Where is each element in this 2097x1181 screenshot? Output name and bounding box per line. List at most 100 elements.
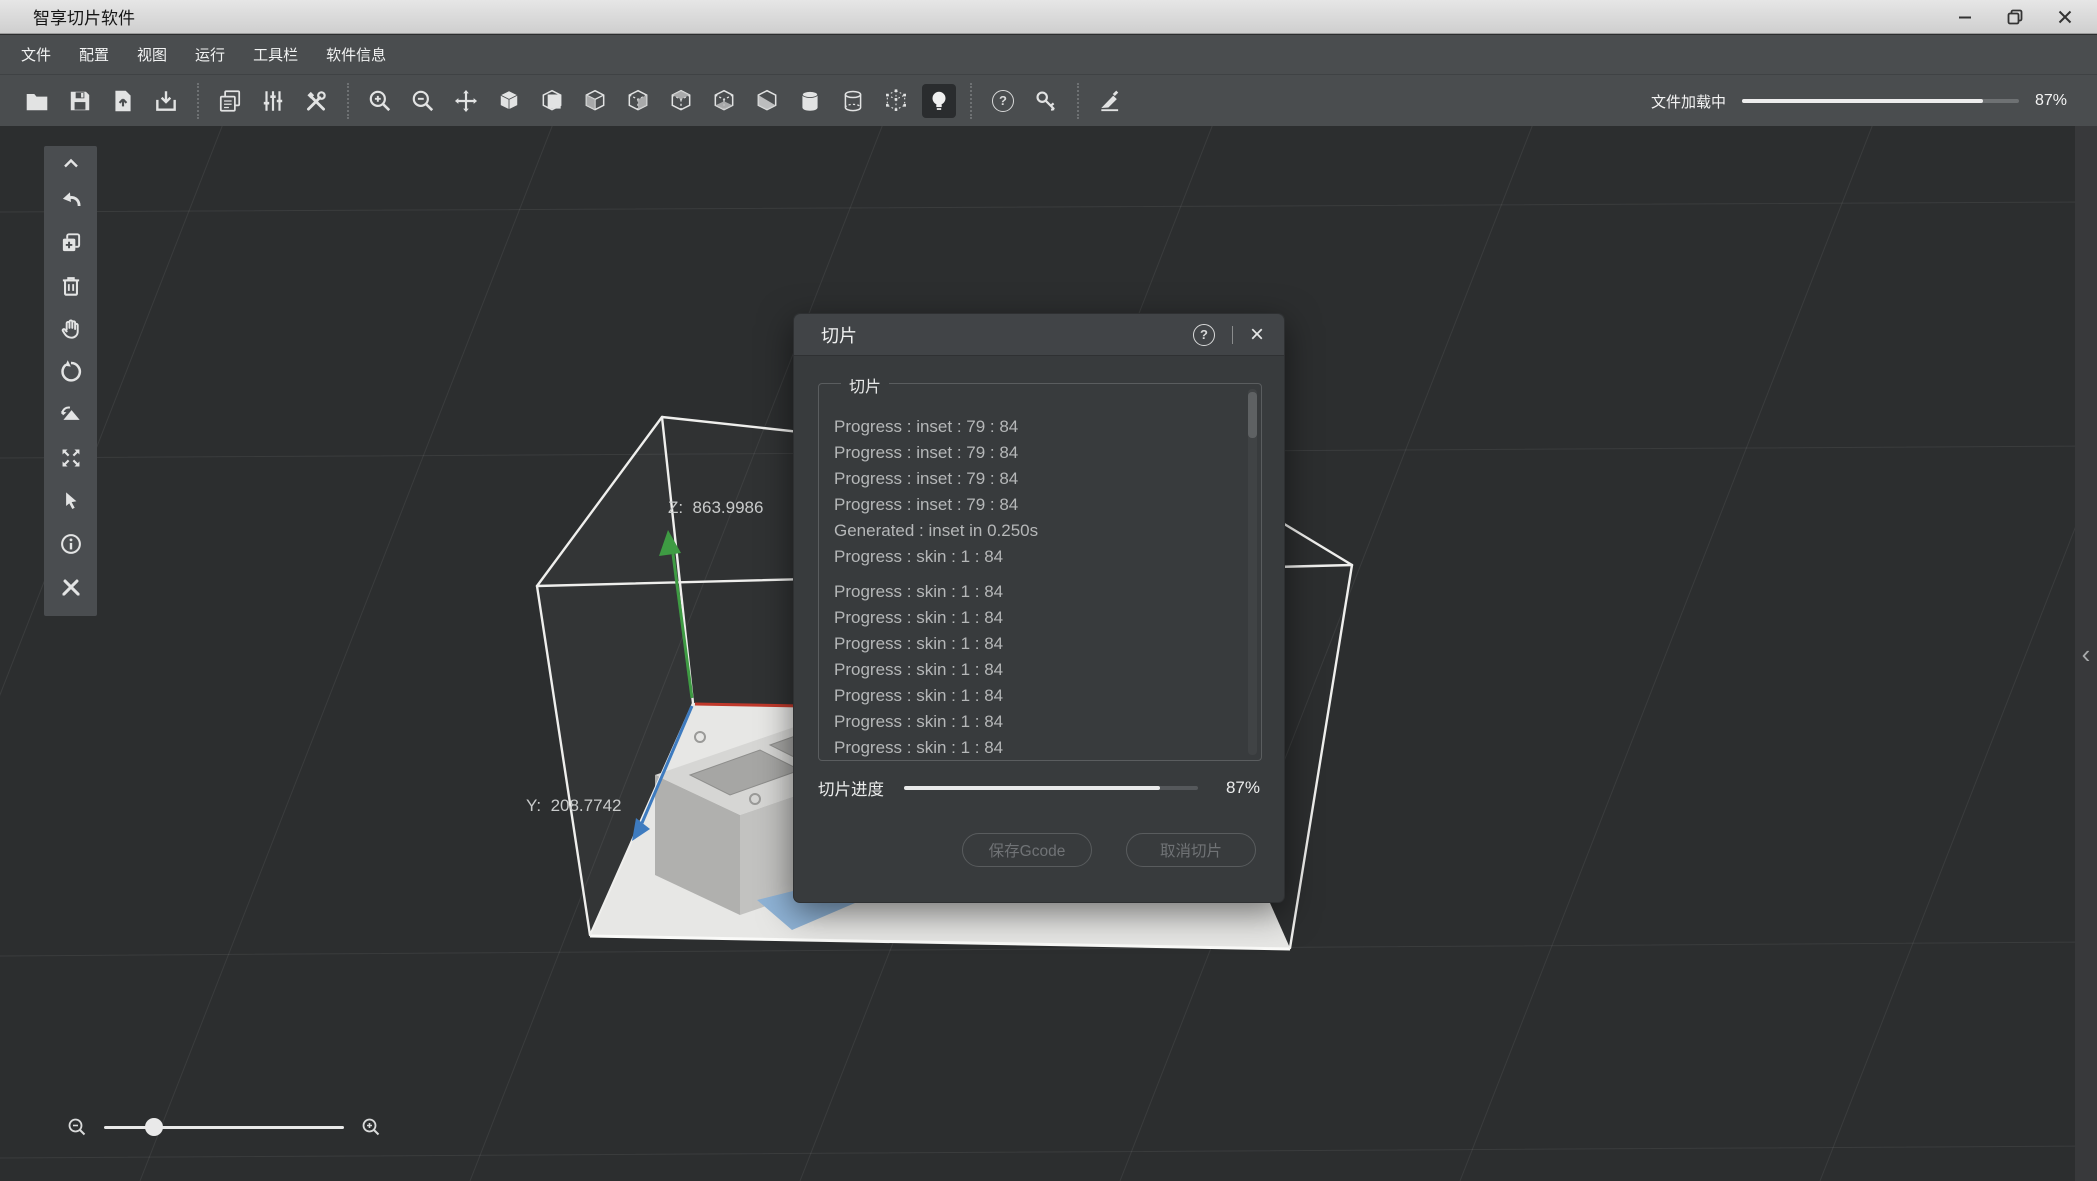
zoom-in-small-button[interactable]: [356, 1112, 386, 1142]
log-line: Progress : skin : 1 : 84: [834, 683, 1245, 709]
close-icon: [2055, 7, 2075, 27]
restore-button[interactable]: [2005, 7, 2025, 27]
menu-run[interactable]: 运行: [195, 44, 225, 65]
rotate-button[interactable]: [44, 350, 97, 393]
zoom-out-small-button[interactable]: [62, 1112, 92, 1142]
log-line: Progress : skin : 1 : 84: [834, 657, 1245, 683]
collapse-panel-button[interactable]: [44, 150, 97, 178]
save-icon: [67, 88, 93, 114]
save-button[interactable]: [63, 84, 97, 118]
save-gcode-button[interactable]: 保存Gcode: [962, 833, 1092, 867]
parameter-settings-button[interactable]: [256, 84, 290, 118]
import-button[interactable]: [149, 84, 183, 118]
zoom-out-button[interactable]: [406, 84, 440, 118]
license-key-button[interactable]: [1029, 84, 1063, 118]
zoom-slider-knob[interactable]: [145, 1118, 163, 1136]
slice-log-list[interactable]: Progress : inset : 79 : 84 Progress : in…: [821, 384, 1245, 758]
wrench-screwdriver-icon: [303, 88, 329, 114]
folder-icon: [24, 88, 50, 114]
log-scrollbar-thumb[interactable]: [1248, 392, 1257, 438]
cut-tool-button[interactable]: [1093, 84, 1127, 118]
chevron-up-icon: [59, 152, 83, 176]
magnifier-minus-icon: [65, 1115, 89, 1139]
move-arrows-icon: [453, 88, 479, 114]
view-face-button[interactable]: [535, 84, 569, 118]
log-line: Progress : skin : 1 : 84: [834, 544, 1245, 570]
mirror-button[interactable]: [44, 393, 97, 436]
download-tray-icon: [153, 88, 179, 114]
view-right-face-button[interactable]: [621, 84, 655, 118]
log-line: Progress : skin : 1 : 84: [834, 709, 1245, 735]
menu-toolbar[interactable]: 工具栏: [253, 44, 298, 65]
copy-plus-icon: [58, 230, 84, 256]
slice-dialog-header: 切片 ? ×: [794, 314, 1284, 356]
side-toolbar: [44, 146, 97, 616]
light-toggle-button[interactable]: [922, 84, 956, 118]
window-controls: [1955, 0, 2075, 34]
expand-right-panel-button[interactable]: ‹: [2075, 641, 2097, 668]
menu-config[interactable]: 配置: [79, 44, 109, 65]
menu-view[interactable]: 视图: [137, 44, 167, 65]
info-button[interactable]: [44, 522, 97, 565]
log-line: Progress : skin : 1 : 84: [834, 605, 1245, 631]
file-loading-percent: 87%: [2035, 92, 2067, 110]
sliders-icon: [260, 88, 286, 114]
toolbar-separator: [965, 83, 977, 119]
close-button[interactable]: [2055, 7, 2075, 27]
help-button[interactable]: ?: [986, 84, 1020, 118]
menu-about[interactable]: 软件信息: [326, 44, 386, 65]
cancel-slice-button[interactable]: 取消切片: [1126, 833, 1256, 867]
zoom-slider[interactable]: [104, 1117, 344, 1137]
file-loading-progress-fill: [1742, 99, 1983, 103]
move-button[interactable]: [449, 84, 483, 118]
help-icon: ?: [992, 90, 1014, 112]
dialog-help-button[interactable]: ?: [1193, 324, 1215, 346]
open-file-button[interactable]: [20, 84, 54, 118]
point-cloud-button[interactable]: [879, 84, 913, 118]
machine-config-button[interactable]: [213, 84, 247, 118]
view-bottom-face-button[interactable]: [707, 84, 741, 118]
slice-log-groupbox: 切片 Progress : inset : 79 : 84 Progress :…: [818, 383, 1262, 761]
delete-button[interactable]: [44, 264, 97, 307]
view-top-face-button[interactable]: [664, 84, 698, 118]
menubar: 文件 配置 视图 运行 工具栏 软件信息: [0, 35, 2097, 74]
menu-file[interactable]: 文件: [21, 44, 51, 65]
export-file-button[interactable]: [106, 84, 140, 118]
select-button[interactable]: [44, 479, 97, 522]
zoom-in-button[interactable]: [363, 84, 397, 118]
hand-icon: [58, 316, 84, 342]
zoom-slider-track[interactable]: [104, 1126, 344, 1129]
duplicate-button[interactable]: [44, 221, 97, 264]
tools-button[interactable]: [299, 84, 333, 118]
right-panel-strip: ‹: [2075, 126, 2097, 1181]
log-scrollbar[interactable]: [1248, 389, 1257, 755]
slice-dialog-header-actions: ? ×: [1193, 324, 1264, 346]
log-line: Progress : skin : 1 : 84: [834, 579, 1245, 605]
repair-button[interactable]: [44, 565, 97, 608]
file-loading-label: 文件加载中: [1651, 91, 1726, 112]
expand-arrows-icon: [58, 445, 84, 471]
knife-icon: [1097, 88, 1123, 114]
slice-dialog-buttons: 保存Gcode 取消切片: [818, 833, 1256, 867]
minimize-icon: [1955, 7, 1975, 27]
log-line: Progress : inset : 79 : 84: [834, 414, 1245, 440]
crossed-tools-icon: [58, 574, 84, 600]
fit-view-button[interactable]: [44, 436, 97, 479]
view-left-face-button[interactable]: [578, 84, 612, 118]
minimize-button[interactable]: [1955, 7, 1975, 27]
zoom-control: [62, 1112, 386, 1142]
dialog-close-button[interactable]: ×: [1250, 325, 1264, 345]
log-line: Progress : skin : 1 : 84: [834, 631, 1245, 657]
view-solid-button[interactable]: [492, 84, 526, 118]
cylinder-solid-icon: [797, 88, 823, 114]
slice-dialog: 切片 ? × 切片 Progress : inset : 79 : 84 Pro…: [793, 313, 1285, 903]
key-icon: [1033, 88, 1059, 114]
cylinder-solid-button[interactable]: [793, 84, 827, 118]
rotate-ccw-icon: [58, 359, 84, 385]
undo-button[interactable]: [44, 178, 97, 221]
file-loading-progressbar: [1742, 99, 2019, 103]
cylinder-wire-button[interactable]: [836, 84, 870, 118]
file-upload-icon: [110, 88, 136, 114]
pan-button[interactable]: [44, 307, 97, 350]
view-section-button[interactable]: [750, 84, 784, 118]
